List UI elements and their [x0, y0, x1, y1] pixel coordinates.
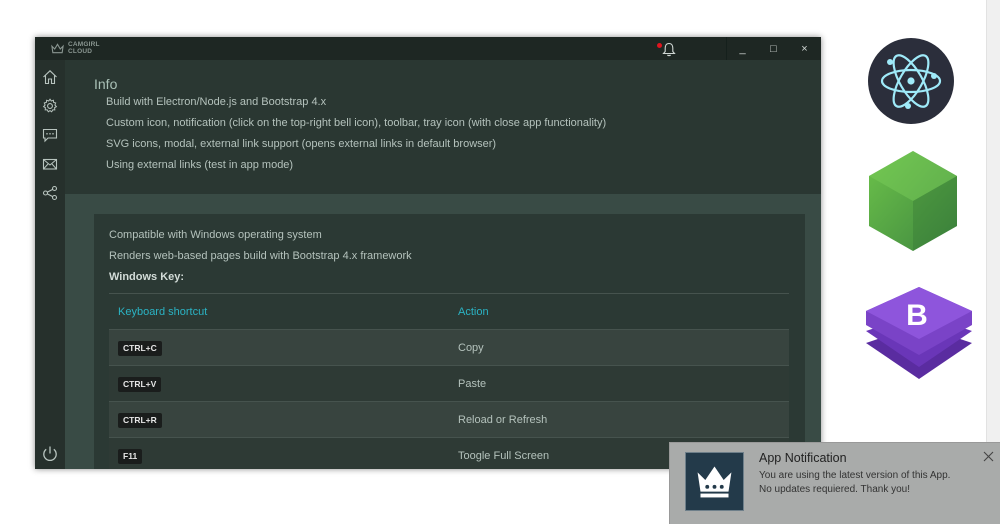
notification-message: You are using the latest version of this… — [759, 470, 951, 481]
shortcut-key: CTRL+V — [118, 377, 162, 392]
info-line: SVG icons, modal, external link support … — [106, 138, 497, 150]
bootstrap-logo: B — [866, 287, 972, 379]
shortcut-action: Paste — [458, 378, 487, 390]
info-line: Build with Electron/Node.js and Bootstra… — [106, 96, 327, 108]
notification-bell-button[interactable] — [655, 40, 676, 58]
table-row: CTRL+C Copy — [109, 329, 789, 365]
share-icon[interactable] — [42, 185, 58, 201]
notification-title: App Notification — [759, 451, 847, 465]
titlebar[interactable]: CAMGIRL CLOUD _ □ × — [35, 37, 821, 60]
chat-icon[interactable] — [42, 127, 58, 143]
close-icon[interactable] — [983, 451, 994, 462]
bell-icon — [662, 42, 676, 57]
windows-key-label: Windows Key: — [109, 271, 185, 283]
close-button[interactable]: × — [789, 37, 820, 60]
info-section: Info Build with Electron/Node.js and Boo… — [65, 60, 821, 194]
crown-icon — [51, 42, 64, 53]
shortcut-key: CTRL+R — [118, 413, 162, 428]
shortcut-key: CTRL+C — [118, 341, 162, 356]
bootstrap-logo-letter: B — [906, 299, 928, 332]
app-window: CAMGIRL CLOUD _ □ × Info Build with Elec… — [35, 37, 821, 469]
table-header-row: Keyboard shortcut Action — [109, 293, 789, 329]
crown-icon — [697, 466, 732, 498]
brand-bottom: CLOUD — [68, 47, 93, 55]
shortcut-action: Reload or Refresh — [458, 414, 548, 426]
maximize-button[interactable]: □ — [758, 37, 789, 60]
mail-icon[interactable] — [42, 156, 58, 172]
table-row: CTRL+V Paste — [109, 365, 789, 401]
notification-message: No updates requiered. Thank you! — [759, 484, 911, 495]
lower-section: Compatible with Windows operating system… — [65, 194, 821, 469]
card-line: Compatible with Windows operating system — [109, 229, 322, 241]
card-line: Renders web-based pages build with Boots… — [109, 250, 412, 262]
info-title: Info — [94, 76, 118, 92]
shortcut-action: Toogle Full Screen — [458, 450, 550, 462]
nodejs-logo — [869, 151, 957, 251]
app-logo: CAMGIRL CLOUD — [51, 41, 100, 55]
minimize-button[interactable]: _ — [727, 37, 758, 60]
info-line: Using external links (test in app mode) — [106, 159, 294, 171]
notification-app-icon — [685, 452, 744, 511]
features-card: Compatible with Windows operating system… — [94, 214, 805, 469]
info-line: Custom icon, notification (click on the … — [106, 117, 607, 129]
electron-logo — [868, 38, 954, 124]
sidebar — [35, 60, 65, 469]
header-keyboard-shortcut: Keyboard shortcut — [118, 306, 208, 318]
app-notification-toast[interactable]: App Notification You are using the lates… — [669, 442, 1000, 524]
power-icon[interactable] — [41, 445, 59, 463]
table-row: CTRL+R Reload or Refresh — [109, 401, 789, 437]
header-action: Action — [458, 306, 489, 318]
main-content: Info Build with Electron/Node.js and Boo… — [65, 60, 821, 469]
shortcut-key: F11 — [118, 449, 143, 464]
gear-icon[interactable] — [42, 98, 58, 114]
shortcut-action: Copy — [458, 342, 484, 354]
home-icon[interactable] — [42, 69, 58, 85]
window-controls: _ □ × — [726, 37, 820, 60]
